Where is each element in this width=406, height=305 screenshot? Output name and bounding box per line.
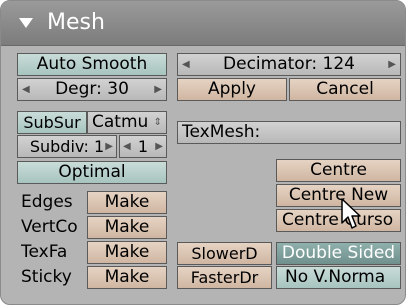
cancel-button[interactable]: Cancel (289, 78, 401, 101)
subdiv-number-field[interactable]: Subdiv: 1 ▶ (17, 135, 117, 158)
texface-label: TexFa (21, 244, 68, 261)
increment-arrow-icon[interactable]: ▶ (154, 84, 162, 95)
degr-value: Degr: 30 (55, 79, 129, 99)
double-sided-toggle[interactable]: Double Sided (276, 242, 401, 265)
subsurf-type-value: Catmu (92, 112, 149, 132)
sticky-label: Sticky (21, 267, 72, 287)
subdiv-value: Subdiv: 1 (29, 136, 105, 156)
auto-smooth-toggle[interactable]: Auto Smooth (17, 53, 167, 76)
make-texface-button[interactable]: Make (87, 241, 167, 264)
apply-button[interactable]: Apply (177, 78, 287, 101)
decrement-arrow-icon[interactable]: ◀ (182, 59, 190, 70)
panel-header[interactable]: Mesh (1, 1, 405, 46)
texmesh-label: TexMesh: (182, 122, 261, 142)
slower-draw-button[interactable]: SlowerD (177, 242, 272, 265)
edges-label: Edges (21, 192, 73, 212)
subdiv-render-value: 1 (137, 136, 149, 156)
subsurf-type-menu[interactable]: Catmu ⇕ (87, 111, 167, 134)
increment-arrow-icon[interactable]: ▶ (388, 59, 396, 70)
degr-number-field[interactable]: ◀ Degr: 30 ▶ (17, 78, 167, 101)
decimator-number-field[interactable]: ◀ Decimator: 124 ▶ (177, 53, 401, 76)
faster-draw-button[interactable]: FasterDr (177, 266, 272, 289)
make-vertcol-button[interactable]: Make (87, 216, 167, 239)
mouse-pointer-icon (341, 198, 361, 229)
make-edges-button[interactable]: Make (87, 191, 167, 214)
menu-updown-icon: ⇕ (153, 116, 162, 128)
centre-new-button[interactable]: Centre New (276, 184, 401, 207)
make-sticky-button[interactable]: Make (87, 266, 167, 289)
centre-button[interactable]: Centre (276, 159, 401, 182)
texmesh-field[interactable]: TexMesh: (177, 121, 401, 144)
centre-cursor-button[interactable]: Centre Curso (276, 209, 401, 232)
no-vnormal-flip-toggle[interactable]: No V.Norma (276, 266, 401, 289)
increment-arrow-icon[interactable]: ▶ (155, 141, 163, 152)
mesh-panel: Mesh Auto Smooth ◀ Degr: 30 ▶ ◀ Decimato… (0, 0, 406, 305)
vertcol-label: VertCo (21, 219, 78, 236)
decimator-value: Decimator: 124 (223, 54, 355, 74)
optimal-toggle[interactable]: Optimal (17, 161, 167, 184)
panel-title: Mesh (47, 10, 105, 35)
decrement-arrow-icon[interactable]: ◀ (22, 84, 30, 95)
subdiv-render-field[interactable]: ◀ 1 ▶ (119, 135, 167, 158)
increment-arrow-icon[interactable]: ▶ (105, 141, 113, 152)
collapse-triangle-icon[interactable] (19, 18, 33, 28)
subsurf-toggle[interactable]: SubSur (17, 111, 87, 134)
decrement-arrow-icon[interactable]: ◀ (123, 141, 131, 152)
